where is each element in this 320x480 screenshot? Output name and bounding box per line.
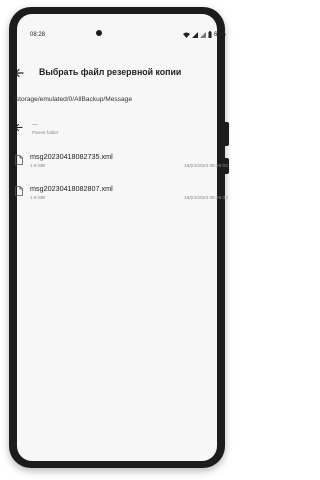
back-arrow-icon[interactable] [14, 68, 24, 78]
page-title: Выбрать файл резервной копии [39, 67, 182, 77]
parent-back-arrow-icon[interactable] [14, 123, 23, 132]
file-icon [15, 155, 23, 165]
parent-folder-dots: ... [32, 120, 38, 127]
signal-icon [199, 31, 206, 38]
file-icon [15, 186, 23, 196]
file-date: 18/04/2023 08:28:32 [183, 196, 228, 201]
file-name: msg20230418082735.xml [30, 152, 113, 161]
parent-folder-row[interactable] [0, 118, 200, 140]
status-time: 08:28 [30, 32, 46, 38]
battery-icon [208, 31, 212, 38]
file-date: 18/04/2023 08:28:02 [183, 164, 228, 169]
wifi-icon [182, 32, 190, 38]
status-icons: 63% [182, 31, 226, 38]
current-path: /storage/emulated/0/AllBackup/Message [14, 96, 133, 103]
file-size: 1.6 MB [30, 164, 46, 169]
parent-folder-label: Parent folder [32, 130, 59, 135]
signal-icon [191, 31, 198, 38]
battery-percent: 63% [213, 31, 226, 38]
front-camera [96, 30, 102, 36]
file-name: msg20230418082807.xml [30, 184, 113, 193]
screen [17, 14, 217, 461]
file-size: 1.6 MB [30, 196, 46, 201]
volume-button [225, 122, 229, 146]
